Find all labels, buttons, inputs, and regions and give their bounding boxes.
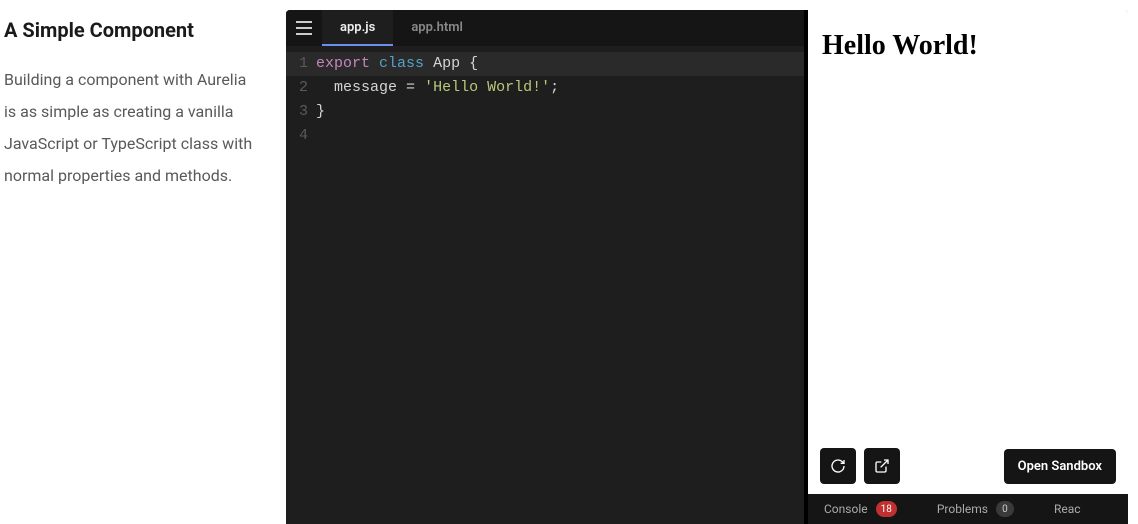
code-content: export class App {	[316, 52, 478, 76]
menu-icon[interactable]	[286, 10, 322, 46]
problems-tab[interactable]: Problems 0	[937, 501, 1014, 517]
doc-sidebar: A Simple Component Building a component …	[0, 0, 286, 524]
editor-header: app.js app.html	[286, 10, 804, 46]
code-editor[interactable]: 1export class App {2 message = 'Hello Wo…	[286, 46, 804, 524]
preview-pane: Hello World! Open Sandbox Console 18 Pro…	[808, 10, 1128, 524]
line-number: 2	[286, 76, 316, 100]
resize-handle[interactable]	[808, 240, 812, 290]
code-line: 2 message = 'Hello World!';	[286, 76, 804, 100]
editor-pane: app.js app.html 1export class App {2 mes…	[286, 10, 808, 524]
code-line: 1export class App {	[286, 52, 804, 76]
open-external-icon[interactable]	[864, 448, 900, 484]
doc-paragraph: Building a component with Aurelia is as …	[4, 64, 256, 192]
preview-controls: Open Sandbox	[808, 438, 1128, 494]
code-sandbox: app.js app.html 1export class App {2 mes…	[286, 10, 1128, 524]
react-label: Reac	[1054, 502, 1081, 516]
console-label: Console	[824, 502, 868, 516]
open-sandbox-button[interactable]: Open Sandbox	[1004, 449, 1116, 484]
refresh-icon[interactable]	[820, 448, 856, 484]
code-content: message = 'Hello World!';	[316, 76, 559, 100]
tab-app-js[interactable]: app.js	[322, 10, 393, 46]
console-tab[interactable]: Console 18	[824, 501, 897, 517]
doc-heading: A Simple Component	[4, 18, 256, 42]
line-number: 1	[286, 52, 316, 76]
code-content: }	[316, 100, 325, 124]
preview-heading: Hello World!	[822, 30, 1114, 62]
code-line: 3}	[286, 100, 804, 124]
tab-app-html[interactable]: app.html	[393, 10, 481, 46]
react-tab[interactable]: Reac	[1054, 502, 1081, 516]
line-number: 3	[286, 100, 316, 124]
editor-tabs: app.js app.html	[322, 10, 481, 46]
code-line: 4	[286, 124, 804, 148]
console-badge: 18	[876, 501, 897, 517]
problems-badge: 0	[996, 501, 1014, 517]
problems-label: Problems	[937, 502, 988, 516]
preview-content: Hello World!	[808, 10, 1128, 438]
line-number: 4	[286, 124, 316, 148]
bottom-bar: Console 18 Problems 0 Reac	[808, 494, 1128, 524]
